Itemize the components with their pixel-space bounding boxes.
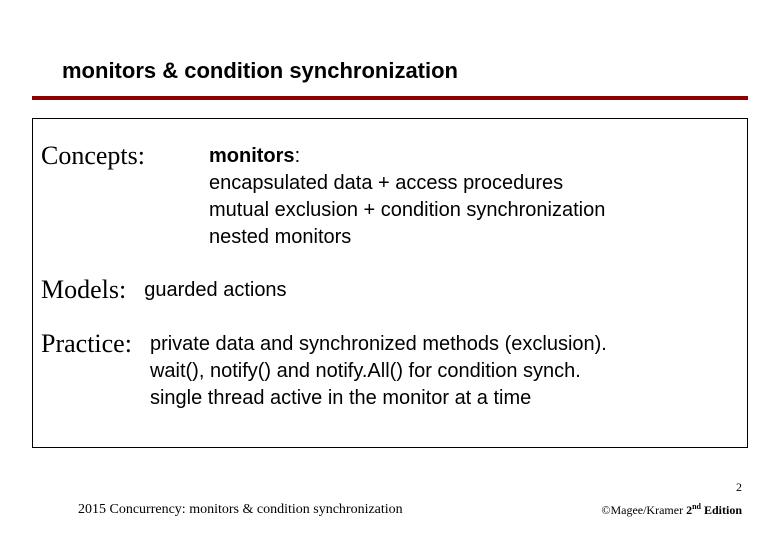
- practice-row: Practice: private data and synchronized …: [41, 329, 735, 412]
- title-rule: [32, 96, 748, 100]
- slide-title: monitors & condition synchronization: [62, 58, 458, 84]
- footer-right: ©Magee/Kramer 2nd Edition: [601, 502, 742, 518]
- footer-edition-sup: nd: [692, 502, 701, 511]
- concepts-line1: encapsulated data + access procedures: [209, 172, 563, 194]
- footer-edition-word: Edition: [701, 503, 742, 517]
- concepts-heading: monitors: [209, 145, 295, 167]
- models-body: guarded actions: [144, 275, 286, 304]
- models-row: Models: guarded actions: [41, 275, 735, 305]
- concepts-row: Concepts: monitors: encapsulated data + …: [41, 141, 735, 251]
- concepts-line3: nested monitors: [209, 226, 351, 248]
- concepts-body: monitors: encapsulated data + access pro…: [209, 141, 605, 251]
- content-box: Concepts: monitors: encapsulated data + …: [32, 118, 748, 448]
- concepts-colon: :: [295, 145, 301, 167]
- footer-copyright: ©Magee/Kramer: [601, 503, 686, 517]
- practice-line3: single thread active in the monitor at a…: [150, 387, 531, 409]
- practice-body: private data and synchronized methods (e…: [150, 329, 607, 412]
- practice-line2: wait(), notify() and notify.All() for co…: [150, 360, 581, 382]
- footer-left: 2015 Concurrency: monitors & condition s…: [78, 502, 403, 518]
- concepts-label: Concepts:: [41, 141, 209, 171]
- practice-line1: private data and synchronized methods (e…: [150, 333, 607, 355]
- practice-label: Practice:: [41, 329, 132, 359]
- concepts-line2: mutual exclusion + condition synchroniza…: [209, 199, 605, 221]
- models-label: Models:: [41, 275, 126, 305]
- slide-number: 2: [736, 480, 742, 495]
